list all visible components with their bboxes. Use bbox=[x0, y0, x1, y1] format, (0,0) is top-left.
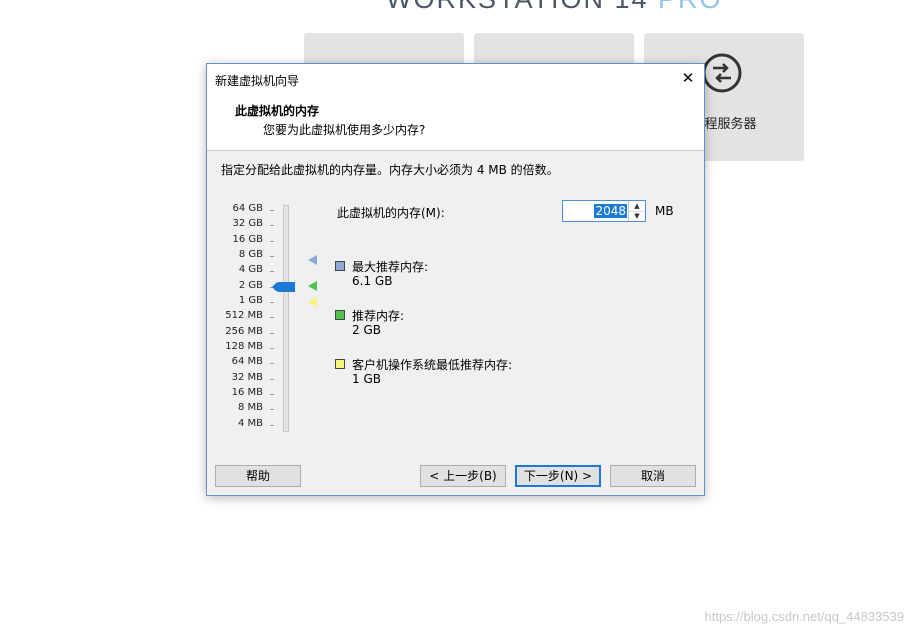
memory-unit-label: MB bbox=[655, 204, 674, 218]
scale-label: 512 MB bbox=[225, 310, 263, 321]
watermark: https://blog.csdn.net/qq_44833539 bbox=[704, 609, 905, 624]
scale-label: 4 MB bbox=[237, 418, 263, 429]
scale-label: 1 GB bbox=[238, 295, 263, 306]
max-recommended-label: 最大推荐内存: bbox=[352, 260, 429, 274]
min-recommended-marker-icon bbox=[308, 297, 317, 307]
help-button[interactable]: 帮助 bbox=[215, 465, 301, 487]
recommended-legend-icon bbox=[335, 310, 345, 320]
scale-label: 64 MB bbox=[231, 356, 263, 367]
memory-size-spinbox[interactable]: 2048 ▲ ▼ bbox=[562, 200, 646, 222]
remote-server-icon bbox=[702, 53, 742, 93]
scale-tick bbox=[270, 363, 274, 364]
scale-tick bbox=[270, 394, 274, 395]
recommended-value: 2 GB bbox=[352, 323, 381, 337]
memory-size-value[interactable]: 2048 bbox=[594, 204, 627, 218]
scale-tick bbox=[270, 379, 274, 380]
min-recommended-value: 1 GB bbox=[352, 372, 381, 386]
scale-tick bbox=[270, 425, 274, 426]
min-recommended-label: 客户机操作系统最低推荐内存: bbox=[352, 358, 513, 372]
memory-slider-track[interactable] bbox=[283, 205, 289, 432]
spin-down-icon[interactable]: ▼ bbox=[629, 211, 645, 221]
new-vm-wizard-dialog: 新建虚拟机向导 ✕ 此虚拟机的内存 您要为此虚拟机使用多少内存? 指定分配给此虚… bbox=[206, 63, 705, 496]
max-recommended-value: 6.1 GB bbox=[352, 274, 393, 288]
scale-label: 32 GB bbox=[232, 218, 263, 229]
scale-label: 8 GB bbox=[238, 249, 263, 260]
memory-size-input[interactable]: 2048 bbox=[567, 203, 627, 219]
min-recommended-legend-icon bbox=[335, 359, 345, 369]
scale-tick bbox=[270, 225, 274, 226]
recommended-label: 推荐内存: bbox=[352, 309, 405, 323]
dialog-title: 新建虚拟机向导 bbox=[215, 74, 300, 88]
scale-label: 8 MB bbox=[237, 402, 263, 413]
scale-label: 4 GB bbox=[238, 264, 263, 275]
scale-tick bbox=[270, 271, 274, 272]
app-title-main: WORKSTATION 14 bbox=[386, 0, 658, 14]
scale-tick bbox=[270, 333, 274, 334]
scale-label: 64 GB bbox=[232, 203, 263, 214]
cancel-button[interactable]: 取消 bbox=[610, 465, 696, 487]
scale-tick bbox=[270, 210, 274, 211]
next-button[interactable]: 下一步(N) > bbox=[515, 465, 601, 487]
memory-slider-thumb[interactable] bbox=[272, 282, 295, 292]
memory-size-label: 此虚拟机的内存(M): bbox=[337, 206, 445, 220]
wizard-step-subtitle: 您要为此虚拟机使用多少内存? bbox=[263, 123, 426, 137]
dialog-titlebar: 新建虚拟机向导 ✕ bbox=[207, 64, 704, 94]
scale-tick bbox=[270, 256, 274, 257]
scale-tick bbox=[270, 241, 274, 242]
max-recommended-marker-icon bbox=[308, 255, 317, 265]
close-icon[interactable]: ✕ bbox=[678, 68, 698, 88]
scale-label: 128 MB bbox=[225, 341, 263, 352]
app-title-pro: PRO bbox=[658, 0, 723, 14]
spinbox-arrows: ▲ ▼ bbox=[628, 201, 645, 221]
scale-tick bbox=[270, 348, 274, 349]
scale-label: 16 GB bbox=[232, 234, 263, 245]
wizard-header: 此虚拟机的内存 您要为此虚拟机使用多少内存? bbox=[207, 94, 704, 151]
scale-label: 32 MB bbox=[231, 372, 263, 383]
scale-label: 2 GB bbox=[238, 280, 263, 291]
scale-label: 16 MB bbox=[231, 387, 263, 398]
scale-label: 256 MB bbox=[225, 326, 263, 337]
wizard-step-title: 此虚拟机的内存 bbox=[235, 104, 320, 118]
scale-tick bbox=[270, 317, 274, 318]
scale-tick bbox=[270, 302, 274, 303]
scale-tick bbox=[270, 409, 274, 410]
app-title: WORKSTATION 14 PRO bbox=[386, 0, 723, 15]
memory-description: 指定分配给此虚拟机的内存量。内存大小必须为 4 MB 的倍数。 bbox=[221, 163, 559, 177]
recommended-marker-icon bbox=[308, 281, 317, 291]
back-button[interactable]: < 上一步(B) bbox=[420, 465, 506, 487]
max-recommended-legend-icon bbox=[335, 261, 345, 271]
